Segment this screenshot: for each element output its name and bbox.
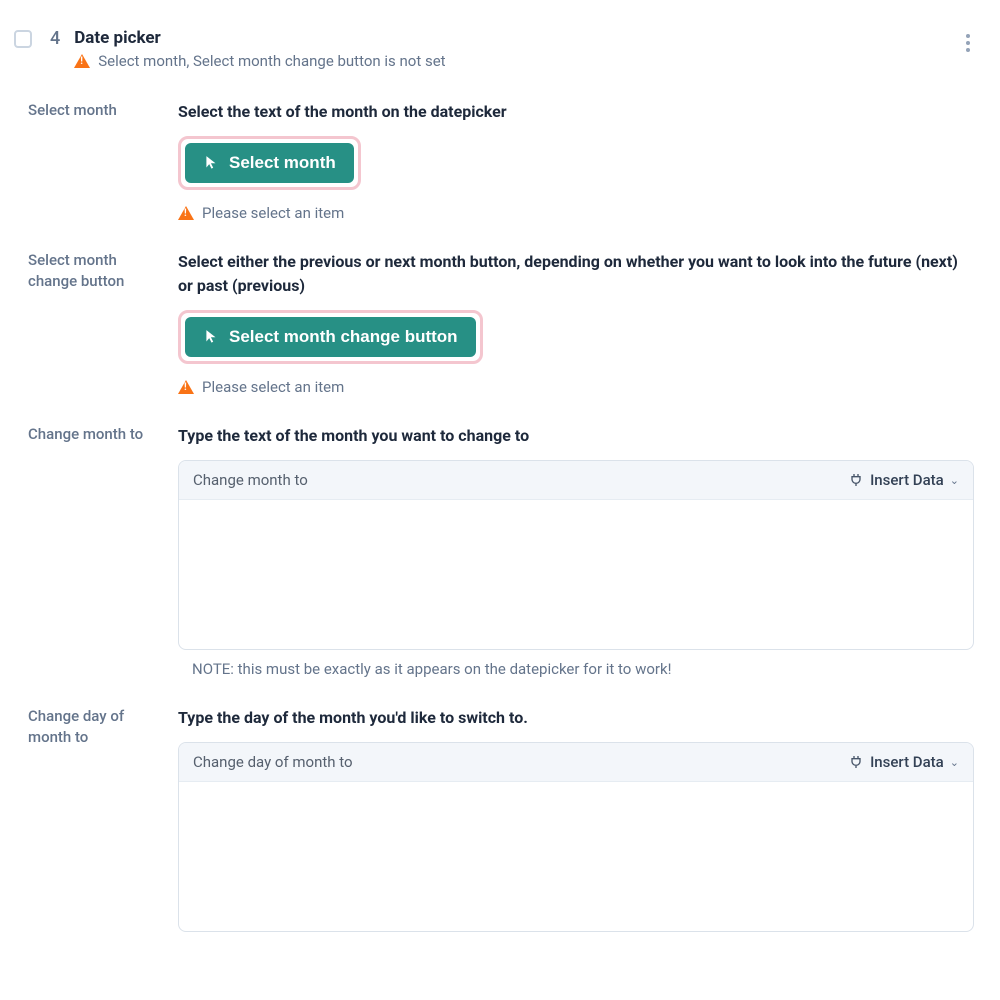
insert-data-label: Insert Data xyxy=(870,471,944,489)
step-title: Date picker xyxy=(74,28,956,48)
select-button-highlight: Select month change button xyxy=(178,310,483,364)
more-menu-button[interactable] xyxy=(956,28,980,58)
change-month-input[interactable]: Change month to Insert Data ⌄ xyxy=(178,460,974,650)
step-header: 4 Date picker Select month, Select month… xyxy=(10,20,990,90)
select-month-button[interactable]: Select month xyxy=(185,143,354,183)
section-label: Change day of month to xyxy=(28,706,178,748)
section-description: Select either the previous or next month… xyxy=(178,250,974,298)
section-description: Type the text of the month you want to c… xyxy=(178,424,974,448)
change-day-input[interactable]: Change day of month to Insert Data ⌄ xyxy=(178,742,974,932)
step-warning: Select month, Select month change button… xyxy=(74,52,956,70)
section-label: Change month to xyxy=(28,424,178,445)
button-label: Select month xyxy=(229,153,336,173)
cursor-icon xyxy=(203,155,219,171)
cursor-icon xyxy=(203,329,219,345)
select-month-change-button[interactable]: Select month change button xyxy=(185,317,476,357)
chevron-down-icon: ⌄ xyxy=(950,756,959,769)
step-warning-text: Select month, Select month change button… xyxy=(98,52,445,70)
select-button-highlight: Select month xyxy=(178,136,361,190)
insert-data-button[interactable]: Insert Data ⌄ xyxy=(848,471,959,489)
chevron-down-icon: ⌄ xyxy=(950,474,959,487)
section-change-day-to: Change day of month to Type the day of t… xyxy=(10,696,990,960)
insert-data-button[interactable]: Insert Data ⌄ xyxy=(848,753,959,771)
step-number: 4 xyxy=(50,28,60,49)
section-description: Select the text of the month on the date… xyxy=(178,100,974,124)
plug-icon xyxy=(848,754,864,770)
section-label: Select month xyxy=(28,100,178,121)
warning-icon xyxy=(178,206,194,220)
section-note: NOTE: this must be exactly as it appears… xyxy=(178,660,974,678)
warning-icon xyxy=(178,380,194,394)
plug-icon xyxy=(848,472,864,488)
section-warning-text: Please select an item xyxy=(202,378,344,396)
section-description: Type the day of the month you'd like to … xyxy=(178,706,974,730)
section-select-month: Select month Select the text of the mont… xyxy=(10,90,990,240)
warning-icon xyxy=(74,54,90,68)
section-warning: Please select an item xyxy=(178,204,974,222)
insert-data-label: Insert Data xyxy=(870,753,944,771)
section-warning-text: Please select an item xyxy=(202,204,344,222)
section-change-month-to: Change month to Type the text of the mon… xyxy=(10,414,990,696)
input-placeholder: Change month to xyxy=(193,471,308,489)
section-warning: Please select an item xyxy=(178,378,974,396)
section-select-month-change: Select month change button Select either… xyxy=(10,240,990,414)
input-placeholder: Change day of month to xyxy=(193,753,353,771)
step-checkbox[interactable] xyxy=(14,30,32,48)
button-label: Select month change button xyxy=(229,327,458,347)
section-label: Select month change button xyxy=(28,250,178,292)
